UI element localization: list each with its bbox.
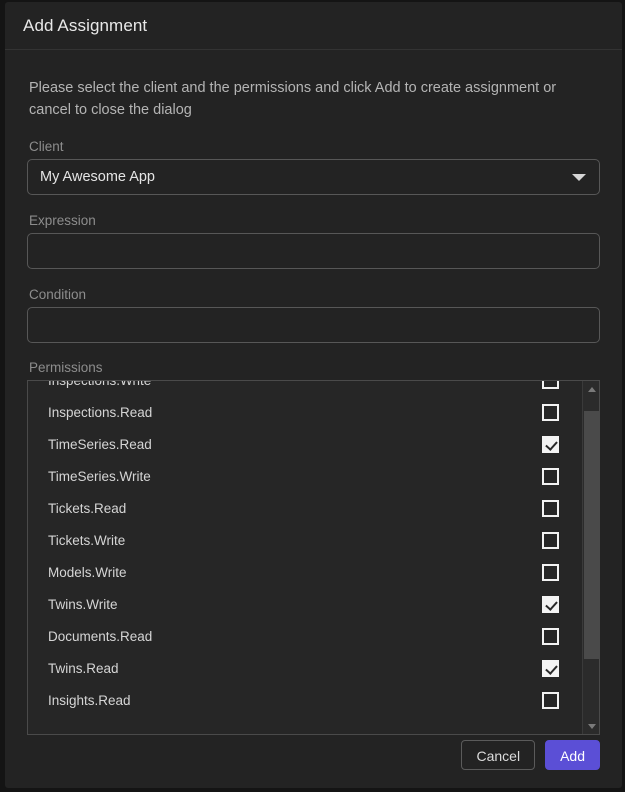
client-label: Client (29, 139, 600, 154)
scroll-down-icon[interactable] (583, 718, 600, 734)
dialog-header: Add Assignment (5, 2, 622, 50)
permission-row[interactable]: Documents.Read (28, 620, 581, 652)
condition-field-block: Condition (27, 287, 600, 343)
permission-label: Tickets.Write (48, 533, 542, 548)
expression-label: Expression (29, 213, 600, 228)
permission-row[interactable]: Twins.Read (28, 652, 581, 684)
permission-label: Insights.Read (48, 693, 542, 708)
permission-checkbox[interactable] (542, 660, 559, 677)
dialog-body: Please select the client and the permiss… (5, 77, 622, 735)
permissions-listbox[interactable]: Inspections.Write Inspections.Read TimeSer… (27, 380, 600, 735)
permissions-list: Inspections.Write Inspections.Read TimeSer… (28, 381, 581, 716)
permission-label: Models.Write (48, 565, 542, 580)
permission-row[interactable]: TimeSeries.Write (28, 460, 581, 492)
permission-label: Documents.Read (48, 629, 542, 644)
permission-row[interactable]: Models.Write (28, 556, 581, 588)
permissions-label: Permissions (29, 360, 600, 375)
permission-checkbox[interactable] (542, 381, 559, 389)
dialog-title: Add Assignment (23, 16, 147, 36)
permission-label: Twins.Write (48, 597, 542, 612)
scroll-up-icon[interactable] (583, 381, 600, 397)
permission-row[interactable]: Inspections.Write (28, 381, 581, 396)
add-button[interactable]: Add (545, 740, 600, 770)
permission-row[interactable]: Insights.Read (28, 684, 581, 716)
cancel-button[interactable]: Cancel (461, 740, 535, 770)
permission-checkbox[interactable] (542, 468, 559, 485)
dialog-description: Please select the client and the permiss… (29, 77, 594, 121)
permission-checkbox[interactable] (542, 500, 559, 517)
expression-field-block: Expression (27, 213, 600, 269)
permission-label: TimeSeries.Read (48, 437, 542, 452)
client-selected-value: My Awesome App (40, 169, 155, 185)
permission-checkbox[interactable] (542, 564, 559, 581)
permission-label: Tickets.Read (48, 501, 542, 516)
permission-checkbox[interactable] (542, 628, 559, 645)
client-field-block: Client My Awesome App (27, 139, 600, 195)
condition-label: Condition (29, 287, 600, 302)
permissions-block: Permissions Inspections.WriteInspections… (27, 360, 600, 735)
permission-label: Twins.Read (48, 661, 542, 676)
permission-label: Inspections.Read (48, 405, 542, 420)
permission-checkbox[interactable] (542, 404, 559, 421)
client-select[interactable]: My Awesome App (27, 159, 600, 195)
permission-row[interactable]: Tickets.Read (28, 492, 581, 524)
permission-row[interactable]: TimeSeries.Read (28, 428, 581, 460)
add-assignment-dialog: Add Assignment Please select the client … (5, 2, 622, 788)
permission-row[interactable]: Tickets.Write (28, 524, 581, 556)
expression-input-wrapper[interactable] (27, 233, 600, 269)
permission-checkbox[interactable] (542, 532, 559, 549)
permissions-scrollbar[interactable] (582, 381, 599, 734)
permission-row[interactable]: Inspections.Read (28, 396, 581, 428)
permission-checkbox[interactable] (542, 436, 559, 453)
permission-row[interactable]: Twins.Write (28, 588, 581, 620)
scrollbar-thumb[interactable] (584, 411, 599, 659)
condition-input-wrapper[interactable] (27, 307, 600, 343)
permission-checkbox[interactable] (542, 692, 559, 709)
permission-label: TimeSeries.Write (48, 469, 542, 484)
permissions-scroll-area: Inspections.Write Inspections.Read TimeSer… (28, 381, 581, 734)
permission-checkbox[interactable] (542, 596, 559, 613)
chevron-down-icon (572, 174, 586, 181)
dialog-footer: Cancel Add (461, 740, 600, 770)
permission-label: Inspections.Write (48, 381, 542, 388)
